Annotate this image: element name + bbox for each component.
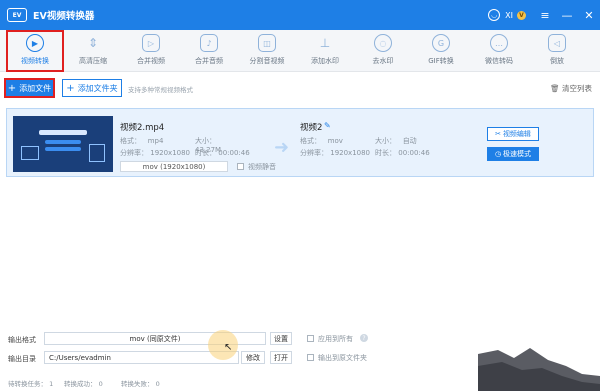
watermark-icon: ⊥ [319,36,331,50]
mouse-cursor-icon: ↖ [224,342,233,353]
output-to-source-label: 输出到原文件夹 [318,354,367,362]
convert-icon: ▶ [26,34,44,52]
app-title: EV视频转换器 [33,11,95,22]
fail-count: 转换失败： 0 [121,380,160,388]
output-resolution: 分辨率： 1920x1080 [300,149,371,157]
gif-icon: G [432,34,450,52]
trash-icon: 🗑 [550,84,560,93]
modify-dir-button[interactable]: 修改 [241,351,265,364]
video-edit-button[interactable]: ✂ 视频编辑 [487,127,539,141]
tool-hd-compress[interactable]: ⇕ 高清压缩 [64,30,122,72]
fast-mode-button[interactable]: ◷ 极速模式 [487,147,539,161]
tool-label: GIF转换 [428,57,454,65]
video-thumbnail [13,116,113,172]
plus-icon: + [66,82,75,94]
reverse-icon: ◁ [548,34,566,52]
add-folder-label: 添加文件夹 [77,83,118,93]
clear-list-button[interactable]: 🗑 清空列表 [550,83,592,94]
tool-split[interactable]: ◫ 分割音视频 [238,30,296,72]
pending-count: 待转换任务： 1 [8,380,54,388]
title-bar: EV EV视频转换器 ◡ XI V ≡ — ✕ [0,0,600,30]
background-landscape-image [478,348,600,391]
speed-icon: ◷ [494,150,502,158]
video-edit-label: 视频编辑 [502,130,531,138]
wechat-icon: … [490,34,508,52]
tool-label: 微信转码 [485,57,513,65]
source-resolution: 分辨率： 1920x1080 [120,149,191,157]
tool-gif-convert[interactable]: G GIF转换 [412,30,470,72]
format-hint: 支持多种常规视频格式 [128,86,193,94]
source-format: 格式： mp4 [120,137,164,145]
add-folder-button[interactable]: + 添加文件夹 [62,79,122,97]
fast-mode-label: 极速模式 [503,150,532,158]
tool-wechat-transcode[interactable]: … 微信转码 [470,30,528,72]
mute-label: 视频静音 [248,163,276,171]
arrow-right-icon: ➜ [274,137,290,158]
output-file-name: 视频2 [300,123,323,133]
merge-video-icon: ▷ [142,34,160,52]
success-count: 转换成功： 0 [64,380,103,388]
tool-merge-video[interactable]: ▷ 合并视频 [122,30,180,72]
tool-label: 高清压缩 [79,57,107,65]
tool-merge-audio[interactable]: ♪ 合并音频 [180,30,238,72]
output-format-label: 输出格式 [8,336,36,344]
tool-add-watermark[interactable]: ⊥ 添加水印 [296,30,354,72]
output-dir-label: 输出目录 [8,355,36,363]
tool-remove-watermark[interactable]: ◌ 去水印 [354,30,412,72]
tool-label: 合并音频 [195,57,223,65]
user-icon[interactable]: ◡ [488,9,501,21]
source-duration: 时长： 00:00:46 [195,149,250,157]
output-to-source-checkbox[interactable] [307,354,314,361]
tool-label: 添加水印 [311,57,339,65]
menu-icon[interactable]: ≡ [534,9,556,22]
tool-reverse[interactable]: ◁ 倒放 [528,30,586,72]
window-controls: ◡ XI V ≡ — ✕ [488,0,600,30]
minimize-icon[interactable]: — [556,9,578,22]
source-file-name: 视频2.mp4 [120,123,165,133]
split-icon: ◫ [258,34,276,52]
output-size: 大小： 自动 [375,137,417,145]
apply-all-checkbox[interactable] [307,335,314,342]
app-logo: EV [7,8,27,22]
tool-label: 分割音视频 [249,57,285,65]
action-bar: + 添加文件 + 添加文件夹 支持多种常规视频格式 🗑 清空列表 [0,78,600,100]
add-file-label: 添加文件 [19,83,52,93]
file-list-item[interactable]: 视频2.mp4 格式： mp4 大小： 43.27M 分辨率： 1920x1080… [6,108,594,177]
add-file-button[interactable]: + 添加文件 [4,78,55,98]
cursor-highlight [208,330,238,360]
rename-pencil-icon[interactable]: ✎ [324,121,331,130]
output-format-select[interactable]: mov (1920x1080) [120,161,228,172]
close-icon[interactable]: ✕ [578,9,600,22]
output-format: 格式： mov [300,137,343,145]
username[interactable]: XI [505,11,513,20]
scissors-icon: ✂ [495,130,501,138]
plus-icon: + [7,82,17,94]
merge-audio-icon: ♪ [200,34,218,52]
remove-watermark-icon: ◌ [374,34,392,52]
mute-checkbox[interactable] [237,163,244,170]
apply-all-label: 应用到所有 [318,335,353,343]
function-toolbar: ▶ 视频转换 ⇕ 高清压缩 ▷ 合并视频 ♪ 合并音频 ◫ 分割音视频 ⊥ 添加… [0,30,600,72]
tool-label: 倒放 [550,57,564,65]
compress-icon: ⇕ [87,36,99,50]
help-icon[interactable]: ? [360,334,368,342]
output-duration: 时长： 00:00:46 [375,149,430,157]
tool-label: 去水印 [372,57,394,65]
clear-list-label: 清空列表 [562,84,592,93]
open-dir-button[interactable]: 打开 [270,351,292,364]
tool-label: 视频转换 [21,57,49,65]
vip-badge-icon[interactable]: V [517,10,526,20]
tool-label: 合并视频 [137,57,165,65]
settings-button[interactable]: 设置 [270,332,292,345]
tool-video-convert[interactable]: ▶ 视频转换 [6,30,64,72]
